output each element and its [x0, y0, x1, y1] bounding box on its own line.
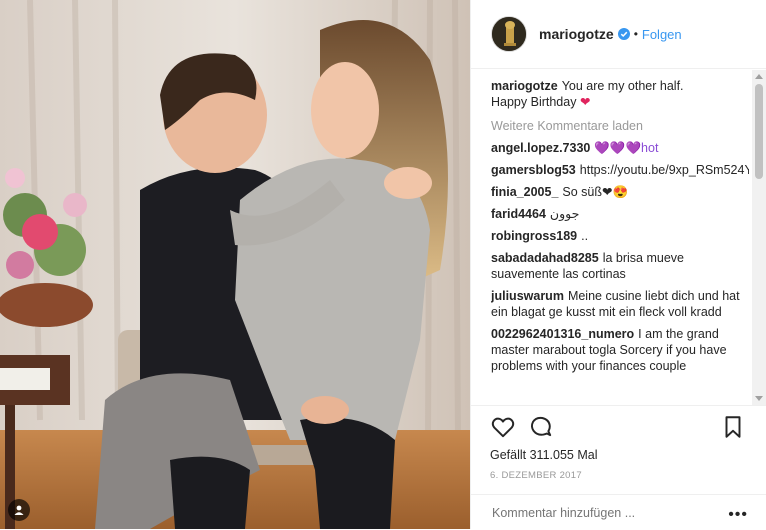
- red-heart-emoji: ❤: [579, 95, 591, 109]
- comment-text: ..: [581, 229, 589, 243]
- avatar[interactable]: [491, 16, 527, 52]
- speech-bubble-icon[interactable]: [528, 414, 554, 440]
- comment-username[interactable]: finia_2005_: [491, 185, 558, 199]
- post-date: 6. DEZEMBER 2017: [490, 470, 582, 481]
- comment-text[interactable]: https://youtu.be/9xp_RSm524Y: [580, 163, 749, 177]
- verified-badge-icon: [617, 28, 630, 40]
- add-comment-input[interactable]: [490, 504, 714, 521]
- more-options-icon[interactable]: •••: [728, 506, 748, 524]
- comment-username[interactable]: juliuswarum: [491, 289, 564, 303]
- comment-item: sabadadahad8285 la brisa mueve suavemente…: [491, 250, 749, 282]
- post-photo[interactable]: [0, 0, 470, 529]
- post-caption: mariogotze You are my other half. Happy B…: [491, 78, 749, 110]
- heart-outline-icon[interactable]: [490, 414, 516, 440]
- comment-box: •••: [470, 494, 766, 530]
- bookmark-icon[interactable]: [720, 414, 746, 440]
- action-row: [470, 406, 766, 448]
- header-separator: •: [633, 27, 638, 41]
- load-more-comments-button[interactable]: Weitere Kommentare laden: [491, 118, 749, 134]
- comment-username[interactable]: gamersblog53: [491, 163, 576, 177]
- comments-scrollbar[interactable]: [752, 70, 766, 405]
- follow-button[interactable]: Folgen: [642, 27, 682, 42]
- caption-line2: Happy Birthday: [491, 95, 577, 109]
- scroll-up-arrow-icon[interactable]: [755, 74, 763, 79]
- comment-username[interactable]: 0022962401316_numero: [491, 327, 634, 341]
- comment-item: robingross189..: [491, 228, 749, 244]
- comment-username[interactable]: robingross189: [491, 229, 577, 243]
- comment-item: angel.lopez.7330 💜💜💜hot: [491, 140, 749, 156]
- comment-item: 0022962401316_numero I am the grand maste…: [491, 326, 749, 374]
- post-header: mariogotze • Folgen: [471, 0, 766, 69]
- caption-text: You are my other half.: [561, 79, 684, 93]
- comment-username[interactable]: farid4464: [491, 207, 546, 221]
- tagged-people-button[interactable]: [8, 499, 30, 521]
- header-username[interactable]: mariogotze: [539, 26, 614, 42]
- comment-item: gamersblog53 https://youtu.be/9xp_RSm524Y: [491, 162, 749, 178]
- caption-username[interactable]: mariogotze: [491, 79, 558, 93]
- comment-item: juliuswarum Meine cusine liebt dich und h…: [491, 288, 749, 320]
- comment-item: farid4464 جوون: [491, 206, 749, 222]
- person-tag-icon: [14, 505, 24, 515]
- comment-item: finia_2005_ So süß❤😍: [491, 184, 749, 200]
- scroll-thumb[interactable]: [755, 84, 763, 179]
- comments-list[interactable]: mariogotze You are my other half. Happy B…: [491, 78, 749, 403]
- comment-username[interactable]: sabadadahad8285: [491, 251, 599, 265]
- comment-username[interactable]: angel.lopez.7330: [491, 141, 590, 155]
- comment-text: جوون: [549, 207, 580, 221]
- avatar-image: [492, 17, 526, 51]
- post-actions: Gefällt 311.055 Mal 6. DEZEMBER 2017: [470, 405, 766, 481]
- likes-count[interactable]: Gefällt 311.055 Mal: [470, 448, 766, 462]
- comment-text: 💜💜💜hot: [594, 141, 659, 155]
- comment-text: So süß❤😍: [562, 185, 629, 199]
- post-image: [0, 0, 470, 529]
- likes-text: Gefällt 311.055 Mal: [490, 448, 598, 462]
- scroll-down-arrow-icon[interactable]: [755, 396, 763, 401]
